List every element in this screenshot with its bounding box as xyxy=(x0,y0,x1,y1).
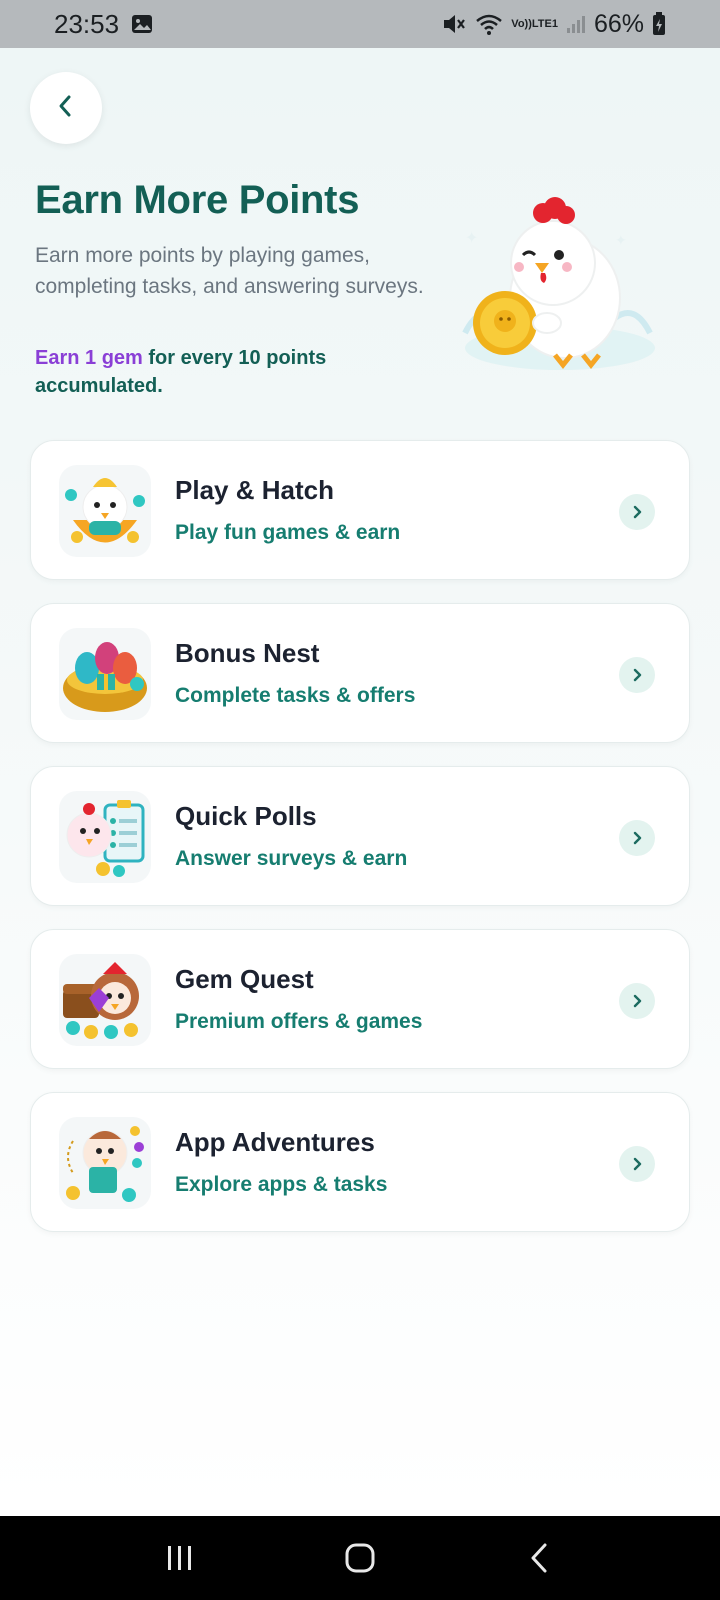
card-subtitle: Premium offers & games xyxy=(175,1010,423,1033)
chevron-right-icon xyxy=(619,1146,655,1182)
egg-nest-icon xyxy=(59,628,151,720)
signal-icon xyxy=(566,14,586,34)
lte-label: LTE1 xyxy=(531,17,558,30)
card-subtitle: Answer surveys & earn xyxy=(175,847,408,870)
card-title: App Adventures xyxy=(175,1127,375,1157)
card-title: Gem Quest xyxy=(175,964,314,994)
option-card-bonus-nest[interactable]: Bonus Nest Complete tasks & offers xyxy=(30,603,690,743)
page-subtitle: Earn more points by playing games, compl… xyxy=(35,244,424,298)
svg-text:✦: ✦ xyxy=(465,228,478,247)
chevron-right-icon xyxy=(619,657,655,693)
card-title: Quick Polls xyxy=(175,801,317,831)
option-card-quick-polls[interactable]: Quick Polls Answer surveys & earn xyxy=(30,766,690,906)
card-subtitle: Complete tasks & offers xyxy=(175,684,416,707)
chicken-coin-mascot-illustration: ✦ ✦ xyxy=(455,183,660,383)
home-button[interactable] xyxy=(330,1528,390,1588)
option-card-app-adventures[interactable]: App Adventures Explore apps & tasks xyxy=(30,1092,690,1232)
egg-chick-icon xyxy=(59,465,151,557)
gem-note-accent: Earn 1 gem xyxy=(35,347,143,369)
card-subtitle: Play fun games & earn xyxy=(175,521,401,544)
back-button[interactable] xyxy=(30,72,102,144)
home-icon xyxy=(345,1543,375,1573)
battery-percent: 66% xyxy=(593,9,644,38)
card-title: Play & Hatch xyxy=(175,475,334,505)
status-bar: 23:53 Vo)) LTE1 66% xyxy=(0,0,720,48)
svg-text:✦: ✦ xyxy=(615,233,627,249)
back-arrow-icon xyxy=(531,1543,547,1573)
chevron-left-icon xyxy=(52,92,80,125)
option-card-play-hatch[interactable]: Play & Hatch Play fun games & earn xyxy=(30,440,690,580)
chick-tablet-icon xyxy=(59,1117,151,1209)
recent-apps-button[interactable] xyxy=(150,1528,210,1588)
wifi-icon xyxy=(475,12,503,36)
page-title: Earn More Points xyxy=(35,178,360,222)
card-title: Bonus Nest xyxy=(175,638,320,668)
recent-apps-icon xyxy=(168,1546,191,1570)
status-time: 23:53 xyxy=(54,8,120,39)
status-right: Vo)) LTE1 66% xyxy=(441,10,666,39)
system-back-button[interactable] xyxy=(510,1528,570,1588)
battery-charging-icon xyxy=(652,12,666,36)
system-navigation-bar xyxy=(0,1516,720,1600)
chick-clipboard-icon xyxy=(59,791,151,883)
chevron-right-icon xyxy=(619,494,655,530)
volte-label: Vo)) xyxy=(511,17,532,30)
card-subtitle: Explore apps & tasks xyxy=(175,1173,388,1196)
gallery-icon xyxy=(131,13,153,35)
gem-note: Earn 1 gem for every 10 points accumulat… xyxy=(35,344,415,400)
mute-icon xyxy=(441,12,467,36)
chevron-right-icon xyxy=(619,983,655,1019)
status-left: 23:53 xyxy=(54,9,153,40)
volte-indicator: Vo)) LTE1 xyxy=(511,17,558,30)
treasure-chick-icon xyxy=(59,954,151,1046)
chevron-right-icon xyxy=(619,820,655,856)
main-content: Earn More Points Earn more points by pla… xyxy=(0,48,720,1516)
option-card-gem-quest[interactable]: Gem Quest Premium offers & games xyxy=(30,929,690,1069)
